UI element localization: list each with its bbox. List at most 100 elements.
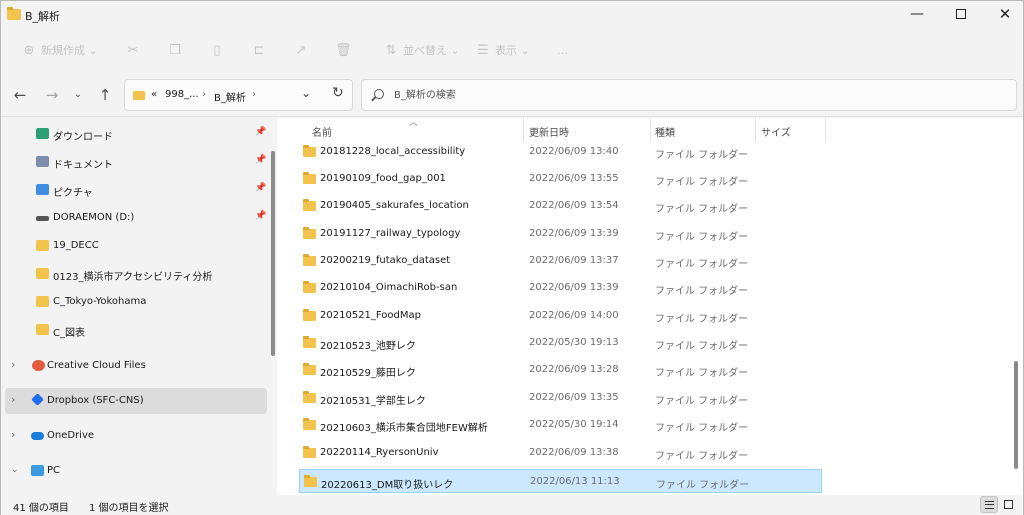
folder-icon <box>36 296 49 307</box>
file-modified: 2022/06/09 13:40 <box>529 146 619 157</box>
sidebar-item-folder[interactable]: C_Tokyo-Yokohama <box>5 289 267 315</box>
table-row[interactable]: 20210104_OimachiRob-san 2022/06/09 13:39… <box>299 276 822 300</box>
maximize-button[interactable] <box>939 1 983 29</box>
breadcrumb-segment[interactable]: B_解析 <box>214 89 246 104</box>
documents-icon <box>36 156 49 167</box>
delete-button[interactable]: 🗑 <box>335 41 355 61</box>
chevron-right-icon[interactable]: › <box>11 428 15 441</box>
table-row[interactable]: 20210529_藤田レク 2022/06/09 13:28 ファイル フォルダ… <box>299 358 822 382</box>
breadcrumb-overflow[interactable]: « <box>151 89 157 100</box>
view-icon: ☰ <box>477 43 489 58</box>
details-view-button[interactable] <box>980 496 998 513</box>
tiles-view-button[interactable] <box>1000 496 1018 513</box>
table-row[interactable]: 20190109_food_gap_001 2022/06/09 13:55 フ… <box>299 167 822 191</box>
chevron-right-icon[interactable]: › <box>11 358 15 371</box>
column-divider[interactable] <box>650 118 651 142</box>
close-button[interactable]: ✕ <box>983 1 1024 29</box>
rename-button[interactable]: ⊏ <box>251 41 271 61</box>
column-header-type[interactable]: 種類 <box>655 124 675 139</box>
file-modified: 2022/06/09 14:00 <box>529 310 619 321</box>
view-button[interactable]: ☰ 表示 ⌄ <box>475 41 530 61</box>
minimize-button[interactable]: — <box>895 1 939 29</box>
sidebar-item-label: PC <box>47 465 61 476</box>
breadcrumb-segment[interactable]: 998_... <box>165 89 199 100</box>
chevron-down-icon[interactable]: ⌄ <box>11 465 19 475</box>
sidebar-scrollbar[interactable] <box>271 151 275 356</box>
table-row[interactable]: 20210531_学部生レク 2022/06/09 13:35 ファイル フォル… <box>299 386 822 410</box>
paste-button[interactable]: ▯ <box>209 41 229 61</box>
maximize-icon <box>956 9 966 19</box>
table-row[interactable]: 20200219_futako_dataset 2022/06/09 13:37… <box>299 249 822 273</box>
table-row[interactable]: 20190405_sakurafes_location 2022/06/09 1… <box>299 194 822 218</box>
new-button[interactable]: ⊕ 新規作成 ⌄ <box>21 41 98 61</box>
folder-icon <box>303 227 316 239</box>
chevron-down-icon[interactable]: ⌄ <box>301 86 311 100</box>
sidebar-item-folder[interactable]: C_図表 <box>5 317 267 343</box>
folder-icon <box>133 91 145 100</box>
table-row[interactable]: 20181228_local_accessibility 2022/06/09 … <box>299 140 822 164</box>
explorer-window: B_解析 — ✕ ⊕ 新規作成 ⌄ ✂ ❐ ▯ ⊏ ↗ 🗑 ⇅ 並べ替え ⌄ ☰ 表示… <box>0 0 1024 515</box>
sidebar-item-documents[interactable]: ドキュメント 📌 <box>5 149 267 175</box>
sidebar-item-drive-d[interactable]: DORAEMON (D:) 📌 <box>5 205 267 231</box>
title-bar: B_解析 — ✕ <box>1 1 1023 29</box>
file-modified: 2022/06/13 11:13 <box>530 476 620 487</box>
file-modified: 2022/06/09 13:28 <box>529 364 619 375</box>
search-box[interactable] <box>361 79 1017 111</box>
recent-locations-button[interactable]: ⌄ <box>67 85 89 107</box>
table-row-selected[interactable]: 20220613_DM取り扱いレク 2022/06/13 11:13 ファイル … <box>299 469 822 493</box>
item-count: 41 個の項目 <box>13 503 69 514</box>
drive-icon <box>36 216 49 221</box>
sidebar-item-downloads[interactable]: ダウンロード 📌 <box>5 121 267 147</box>
copy-button[interactable]: ❐ <box>167 41 187 61</box>
sidebar-item-pictures[interactable]: ピクチャ 📌 <box>5 177 267 203</box>
file-type: ファイル フォルダー <box>655 314 749 325</box>
table-row[interactable]: 20191127_railway_typology 2022/06/09 13:… <box>299 222 822 246</box>
share-icon: ↗ <box>295 43 307 58</box>
column-divider[interactable] <box>825 118 826 142</box>
sidebar-item-folder[interactable]: 0123_横浜市アクセシビリティ分析 <box>5 261 267 287</box>
file-type: ファイル フォルダー <box>655 204 749 215</box>
file-name: 20220114_RyersonUniv <box>320 447 439 458</box>
sidebar-item-dropbox[interactable]: › Dropbox (SFC-CNS) <box>5 388 267 414</box>
sidebar-item-label: ドキュメント <box>53 160 113 171</box>
column-header-size[interactable]: サイズ <box>761 124 791 139</box>
search-input[interactable] <box>394 86 994 104</box>
pin-icon: 📌 <box>255 183 267 193</box>
up-button[interactable]: ↑ <box>94 85 116 107</box>
sidebar-item-label: ピクチャ <box>53 188 93 199</box>
table-row[interactable]: 20210603_横浜市集合団地FEW解析 2022/05/30 19:14 フ… <box>299 413 822 437</box>
navigation-pane: ダウンロード 📌 ドキュメント 📌 ピクチャ 📌 DORAEMON (D:) 📌… <box>1 118 267 495</box>
sidebar-item-onedrive[interactable]: › OneDrive <box>5 423 267 449</box>
sort-button[interactable]: ⇅ 並べ替え ⌄ <box>383 41 460 61</box>
file-name: 20190109_food_gap_001 <box>320 173 446 184</box>
file-name: 20181228_local_accessibility <box>320 146 466 157</box>
chevron-right-icon[interactable]: › <box>11 393 15 406</box>
table-row[interactable]: 20220114_RyersonUniv 2022/06/09 13:38 ファ… <box>299 441 822 465</box>
more-button[interactable]: … <box>557 41 568 61</box>
sidebar-item-label: ダウンロード <box>53 132 113 143</box>
sidebar-item-creative-cloud[interactable]: › Creative Cloud Files <box>5 353 267 379</box>
column-header-modified[interactable]: 更新日時 <box>529 124 569 139</box>
scissors-icon: ✂ <box>127 43 139 58</box>
file-list-scrollbar[interactable] <box>1014 361 1018 469</box>
share-button[interactable]: ↗ <box>293 41 313 61</box>
cut-button[interactable]: ✂ <box>125 41 145 61</box>
column-divider[interactable] <box>755 118 756 142</box>
forward-button[interactable]: → <box>41 85 63 107</box>
table-row[interactable]: 20210523_池野レク 2022/05/30 19:13 ファイル フォルダ… <box>299 331 822 355</box>
sidebar-item-pc[interactable]: ⌄ PC <box>5 458 267 484</box>
view-label: 表示 <box>495 44 517 57</box>
selected-count: 1 個の項目を選択 <box>89 503 169 514</box>
sidebar-item-folder[interactable]: 19_DECC <box>5 233 267 259</box>
breadcrumb-separator: › <box>202 89 206 100</box>
sidebar-item-label: Creative Cloud Files <box>47 360 146 371</box>
download-icon <box>36 128 49 139</box>
refresh-icon[interactable]: ↻ <box>332 85 344 101</box>
column-header-name[interactable]: 名前 <box>312 124 332 139</box>
folder-icon <box>303 336 316 348</box>
file-name: 20190405_sakurafes_location <box>320 200 469 211</box>
back-button[interactable]: ← <box>9 85 31 107</box>
address-bar[interactable]: « 998_... › B_解析 › ⌄ ↻ <box>124 79 353 111</box>
table-row[interactable]: 20210521_FoodMap 2022/06/09 14:00 ファイル フ… <box>299 304 822 328</box>
column-divider[interactable] <box>523 118 524 142</box>
